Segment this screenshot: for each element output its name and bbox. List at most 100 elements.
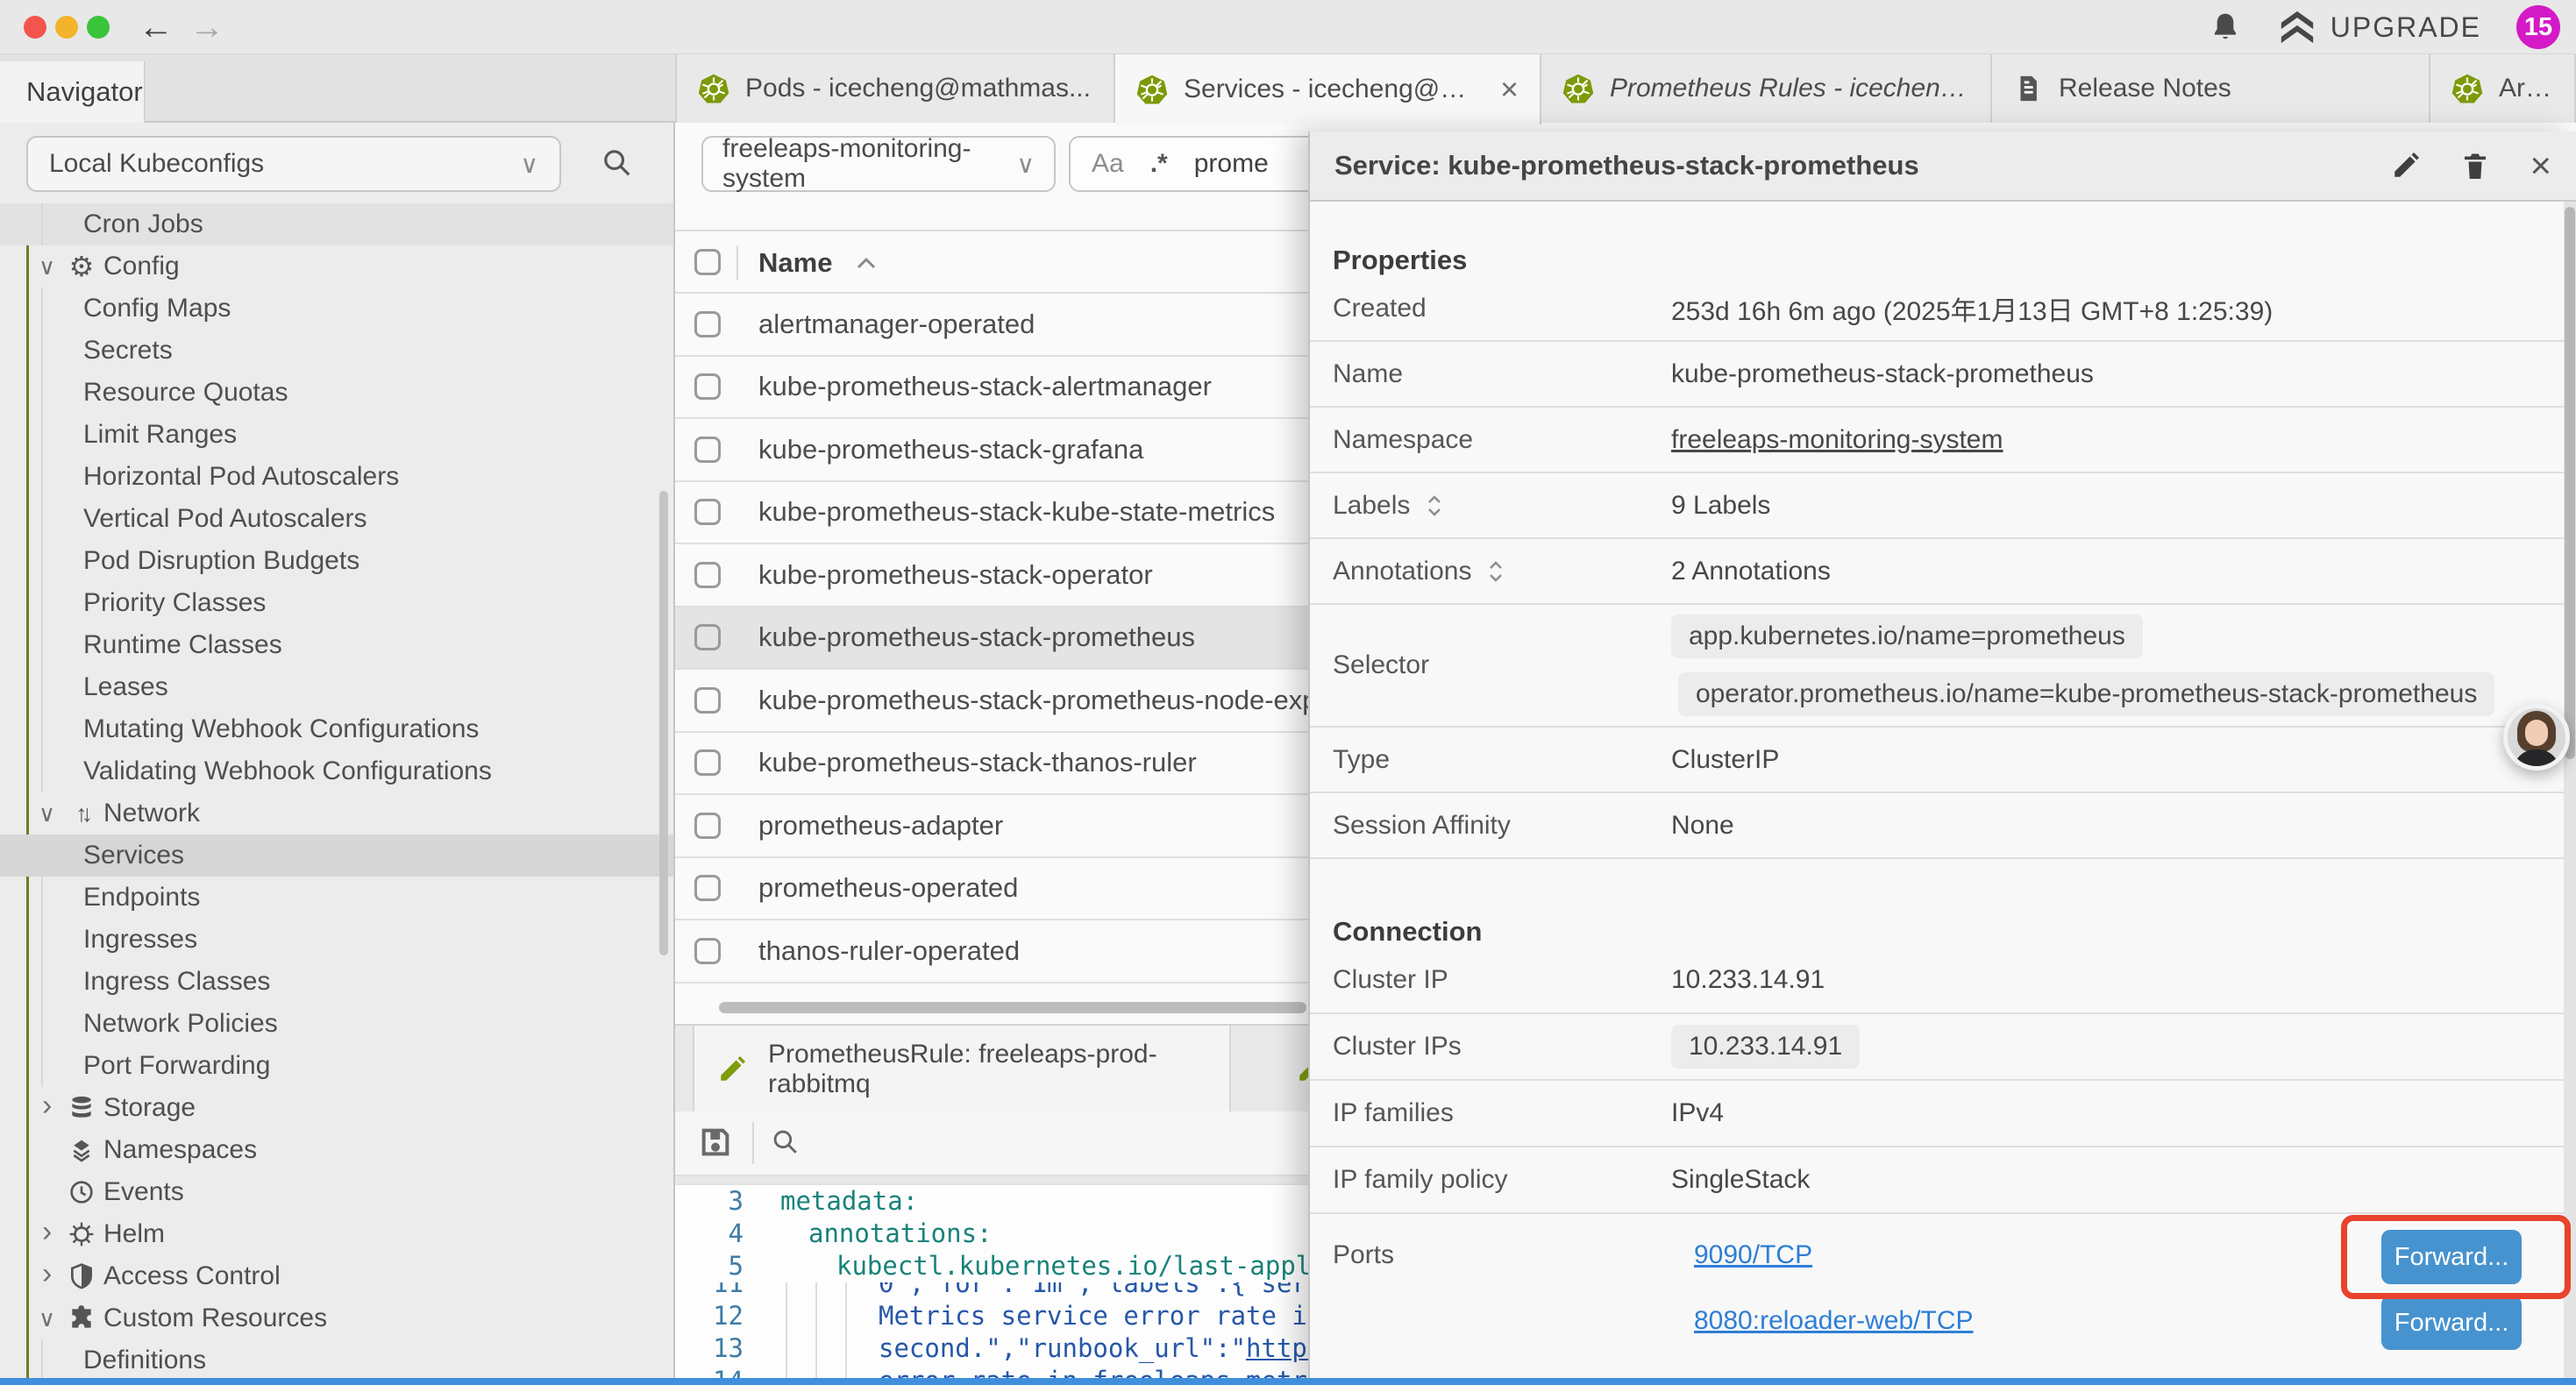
sidebar-item-port-forwarding[interactable]: Port Forwarding bbox=[0, 1045, 673, 1087]
delete-icon[interactable] bbox=[2459, 149, 2491, 182]
row-checkbox[interactable] bbox=[694, 373, 721, 400]
sidebar-item-storage[interactable]: ›Storage bbox=[0, 1087, 673, 1129]
tab-1[interactable]: Services - icecheng@math...× bbox=[1115, 54, 1541, 124]
sidebar-item-endpoints[interactable]: Endpoints bbox=[0, 877, 673, 919]
close-tab-icon[interactable]: × bbox=[1500, 71, 1519, 108]
indent-guides bbox=[780, 1218, 808, 1250]
close-window-button[interactable] bbox=[24, 16, 46, 39]
zoom-window-button[interactable] bbox=[87, 16, 110, 39]
editor-tab-prometheusrule[interactable]: PrometheusRule: freeleaps-prod-rabbitmq bbox=[693, 1026, 1231, 1113]
tab-label: Pods - icecheng@mathmas... bbox=[745, 74, 1092, 103]
upgrade-button[interactable]: UPGRADE bbox=[2278, 10, 2481, 45]
tab-3[interactable]: Release Notes bbox=[1992, 54, 2430, 123]
sidebar-item-resource-quotas[interactable]: Resource Quotas bbox=[0, 372, 673, 414]
sidebar-item-label: Resource Quotas bbox=[83, 378, 288, 408]
sidebar-scrollbar[interactable] bbox=[659, 491, 668, 955]
sidebar-item-network[interactable]: ∨↑↓ Network bbox=[0, 792, 673, 835]
sidebar-item-label: Access Control bbox=[103, 1261, 281, 1291]
namespace-link[interactable]: freeleaps-monitoring-system bbox=[1671, 425, 2003, 455]
sidebar-item-access-control[interactable]: ›Access Control bbox=[0, 1255, 673, 1297]
resource-tree: Cron Jobs∨⚙Config Config Maps Secrets Resou… bbox=[0, 203, 673, 1385]
upgrade-icon bbox=[2278, 10, 2316, 45]
sidebar-item-custom-resources[interactable]: ∨Custom Resources bbox=[0, 1297, 673, 1339]
property-value: 10.233.14.91 bbox=[1671, 965, 1825, 995]
row-checkbox[interactable] bbox=[694, 813, 721, 839]
sidebar-item-mutating-webhook-configurations[interactable]: Mutating Webhook Configurations bbox=[0, 708, 673, 750]
sidebar-item-label: Storage bbox=[103, 1093, 196, 1123]
sidebar-item-network-policies[interactable]: Network Policies bbox=[0, 1003, 673, 1045]
editor-search-icon[interactable] bbox=[770, 1126, 800, 1156]
property-row-ip-family-policy: IP family policySingleStack bbox=[1310, 1147, 2564, 1214]
sort-updown-icon[interactable] bbox=[1485, 558, 1506, 585]
save-icon[interactable] bbox=[698, 1125, 733, 1160]
minimize-window-button[interactable] bbox=[55, 16, 78, 39]
sidebar-item-runtime-classes[interactable]: Runtime Classes bbox=[0, 624, 673, 666]
helm-icon bbox=[65, 1220, 98, 1248]
sidebar-item-definitions[interactable]: Definitions bbox=[0, 1339, 673, 1381]
window-titlebar: ← → UPGRADE 15 bbox=[0, 0, 2576, 54]
row-checkbox[interactable] bbox=[694, 938, 721, 964]
sidebar-search-icon[interactable] bbox=[600, 146, 633, 179]
sidebar-item-priority-classes[interactable]: Priority Classes bbox=[0, 582, 673, 624]
sidebar-item-label: Helm bbox=[103, 1219, 165, 1249]
sidebar-item-ingress-classes[interactable]: Ingress Classes bbox=[0, 961, 673, 1003]
row-checkbox[interactable] bbox=[694, 875, 721, 901]
back-button[interactable]: ← bbox=[139, 4, 174, 50]
row-checkbox[interactable] bbox=[694, 311, 721, 337]
sidebar-item-pod-disruption-budgets[interactable]: Pod Disruption Budgets bbox=[0, 540, 673, 582]
sidebar-item-services[interactable]: Services bbox=[0, 835, 673, 877]
horizontal-scrollbar[interactable] bbox=[719, 1002, 1306, 1013]
name-column-header[interactable]: Name bbox=[758, 247, 878, 279]
chevron-down-icon[interactable]: ∨ bbox=[39, 253, 65, 281]
sidebar-item-leases[interactable]: Leases bbox=[0, 666, 673, 708]
sidebar-item-cron-jobs[interactable]: Cron Jobs bbox=[0, 203, 673, 245]
service-name: kube-prometheus-stack-prometheus-node-ex… bbox=[758, 685, 1341, 716]
match-case-toggle[interactable]: Aa bbox=[1092, 149, 1124, 179]
close-icon[interactable]: × bbox=[2530, 147, 2551, 184]
sidebar-item-config[interactable]: ∨⚙Config bbox=[0, 245, 673, 288]
chevron-down-icon[interactable]: ∨ bbox=[39, 800, 65, 827]
sidebar-item-label: Config Maps bbox=[83, 294, 231, 323]
sidebar-item-events[interactable]: Events bbox=[0, 1171, 673, 1213]
sidebar-item-helm[interactable]: ›Helm bbox=[0, 1213, 673, 1255]
sidebar-item-vertical-pod-autoscalers[interactable]: Vertical Pod Autoscalers bbox=[0, 498, 673, 540]
sidebar-item-horizontal-pod-autoscalers[interactable]: Horizontal Pod Autoscalers bbox=[0, 456, 673, 498]
navigator-tab[interactable]: Navigator bbox=[0, 61, 146, 123]
kubeconfig-selector[interactable]: Local Kubeconfigs ∨ bbox=[26, 136, 561, 192]
sidebar-item-ingresses[interactable]: Ingresses bbox=[0, 919, 673, 961]
forward-button[interactable]: → bbox=[189, 4, 224, 50]
sidebar-item-validating-webhook-configurations[interactable]: Validating Webhook Configurations bbox=[0, 750, 673, 792]
notification-count-badge[interactable]: 15 bbox=[2516, 5, 2560, 49]
port-link[interactable]: 8080:reloader-web/TCP bbox=[1694, 1306, 1974, 1336]
row-checkbox[interactable] bbox=[694, 499, 721, 525]
edit-icon[interactable] bbox=[2391, 151, 2421, 181]
storage-icon bbox=[65, 1094, 98, 1122]
namespace-filter-select[interactable]: freeleaps-monitoring-system ∨ bbox=[701, 136, 1056, 192]
avatar[interactable] bbox=[2503, 704, 2570, 771]
sidebar-item-secrets[interactable]: Secrets bbox=[0, 330, 673, 372]
sidebar-item-limit-ranges[interactable]: Limit Ranges bbox=[0, 414, 673, 456]
row-checkbox[interactable] bbox=[694, 749, 721, 776]
tab-4[interactable]: Argo Se bbox=[2430, 54, 2576, 123]
forward-button[interactable]: Forward... bbox=[2381, 1296, 2522, 1350]
property-value: kube-prometheus-stack-prometheus bbox=[1671, 359, 2094, 389]
row-checkbox[interactable] bbox=[694, 687, 721, 714]
forward-button[interactable]: Forward... bbox=[2381, 1230, 2522, 1284]
regex-toggle[interactable]: .* bbox=[1150, 149, 1168, 179]
detail-panel: Service: kube-prometheus-stack-prometheu… bbox=[1308, 131, 2576, 1385]
row-checkbox[interactable] bbox=[694, 562, 721, 588]
detail-scrollbar-thumb[interactable] bbox=[2565, 207, 2575, 759]
chevron-down-icon[interactable]: ∨ bbox=[39, 1305, 65, 1332]
tab-2[interactable]: Prometheus Rules - icecheng... bbox=[1541, 54, 1992, 123]
namespaces-icon bbox=[65, 1136, 98, 1164]
notifications-bell-icon[interactable] bbox=[2208, 10, 2243, 45]
row-checkbox[interactable] bbox=[694, 624, 721, 650]
sidebar-item-namespaces[interactable]: Namespaces bbox=[0, 1129, 673, 1171]
sidebar-item-config-maps[interactable]: Config Maps bbox=[0, 288, 673, 330]
row-checkbox[interactable] bbox=[694, 437, 721, 463]
sort-updown-icon[interactable] bbox=[1424, 493, 1445, 519]
detail-scrollbar-track[interactable] bbox=[2564, 202, 2576, 1385]
port-link[interactable]: 9090/TCP bbox=[1694, 1240, 1812, 1270]
select-all-checkbox[interactable] bbox=[694, 249, 721, 275]
tab-0[interactable]: Pods - icecheng@mathmas... bbox=[677, 54, 1115, 123]
